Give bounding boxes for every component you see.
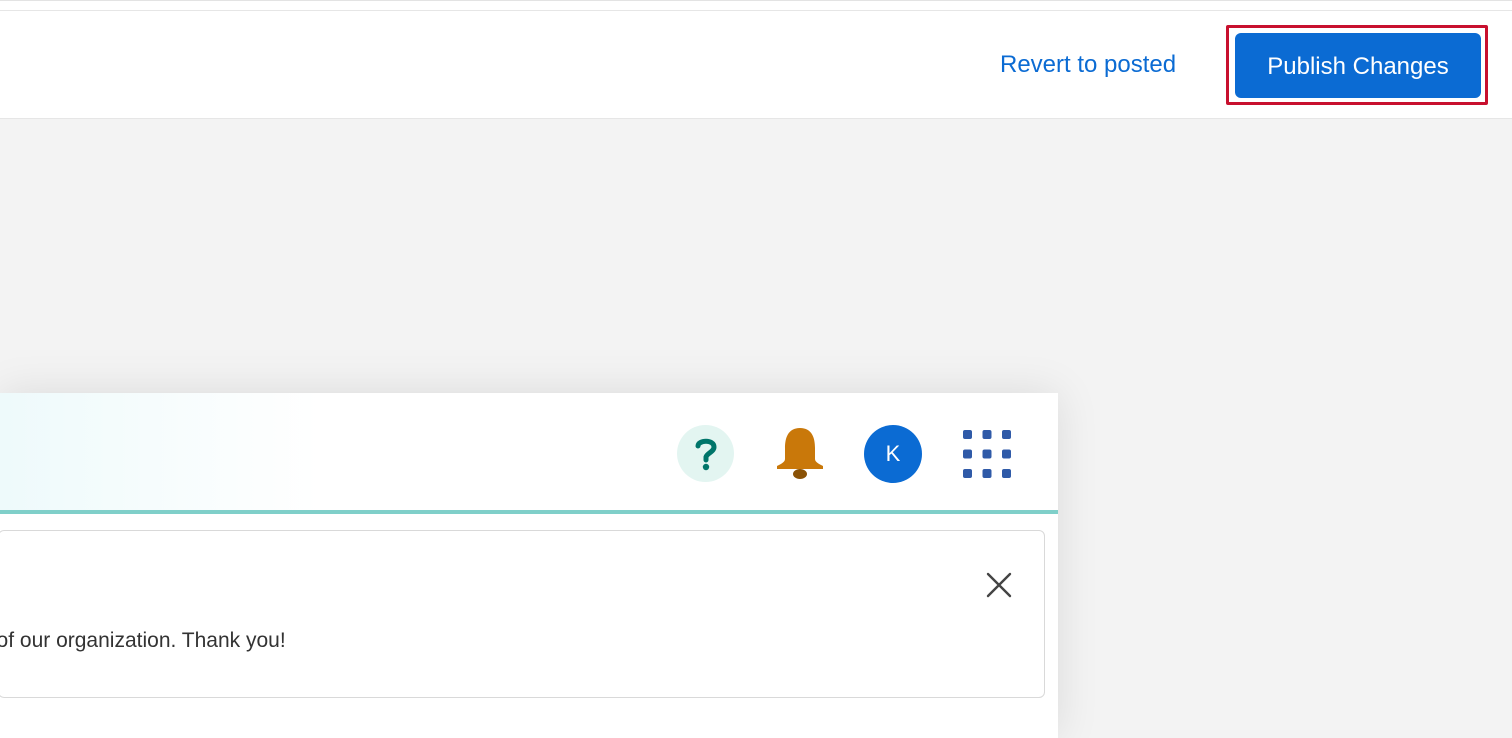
revert-to-posted-link[interactable]: Revert to posted [1000,49,1176,81]
question-mark-icon [695,438,717,470]
header-accent-line [0,510,1058,514]
close-icon [986,572,1012,598]
help-button[interactable] [677,425,734,482]
notice-text: outside of our organization. Thank you! [0,629,286,652]
apps-grid-icon [963,430,1011,478]
notice-banner: outside of our organization. Thank you! [0,530,1045,698]
top-toolbar: Revert to posted Publish Changes [0,0,1512,119]
bell-icon [777,428,823,479]
notifications-button[interactable] [772,425,828,481]
publish-changes-button[interactable]: Publish Changes [1235,33,1481,98]
preview-header: K [0,393,1058,514]
apps-menu-button[interactable] [958,425,1016,483]
close-notice-button[interactable] [981,567,1017,603]
portal-preview-card: K outsid [0,393,1058,738]
avatar[interactable]: K [864,425,922,483]
toolbar-divider [0,10,1512,11]
